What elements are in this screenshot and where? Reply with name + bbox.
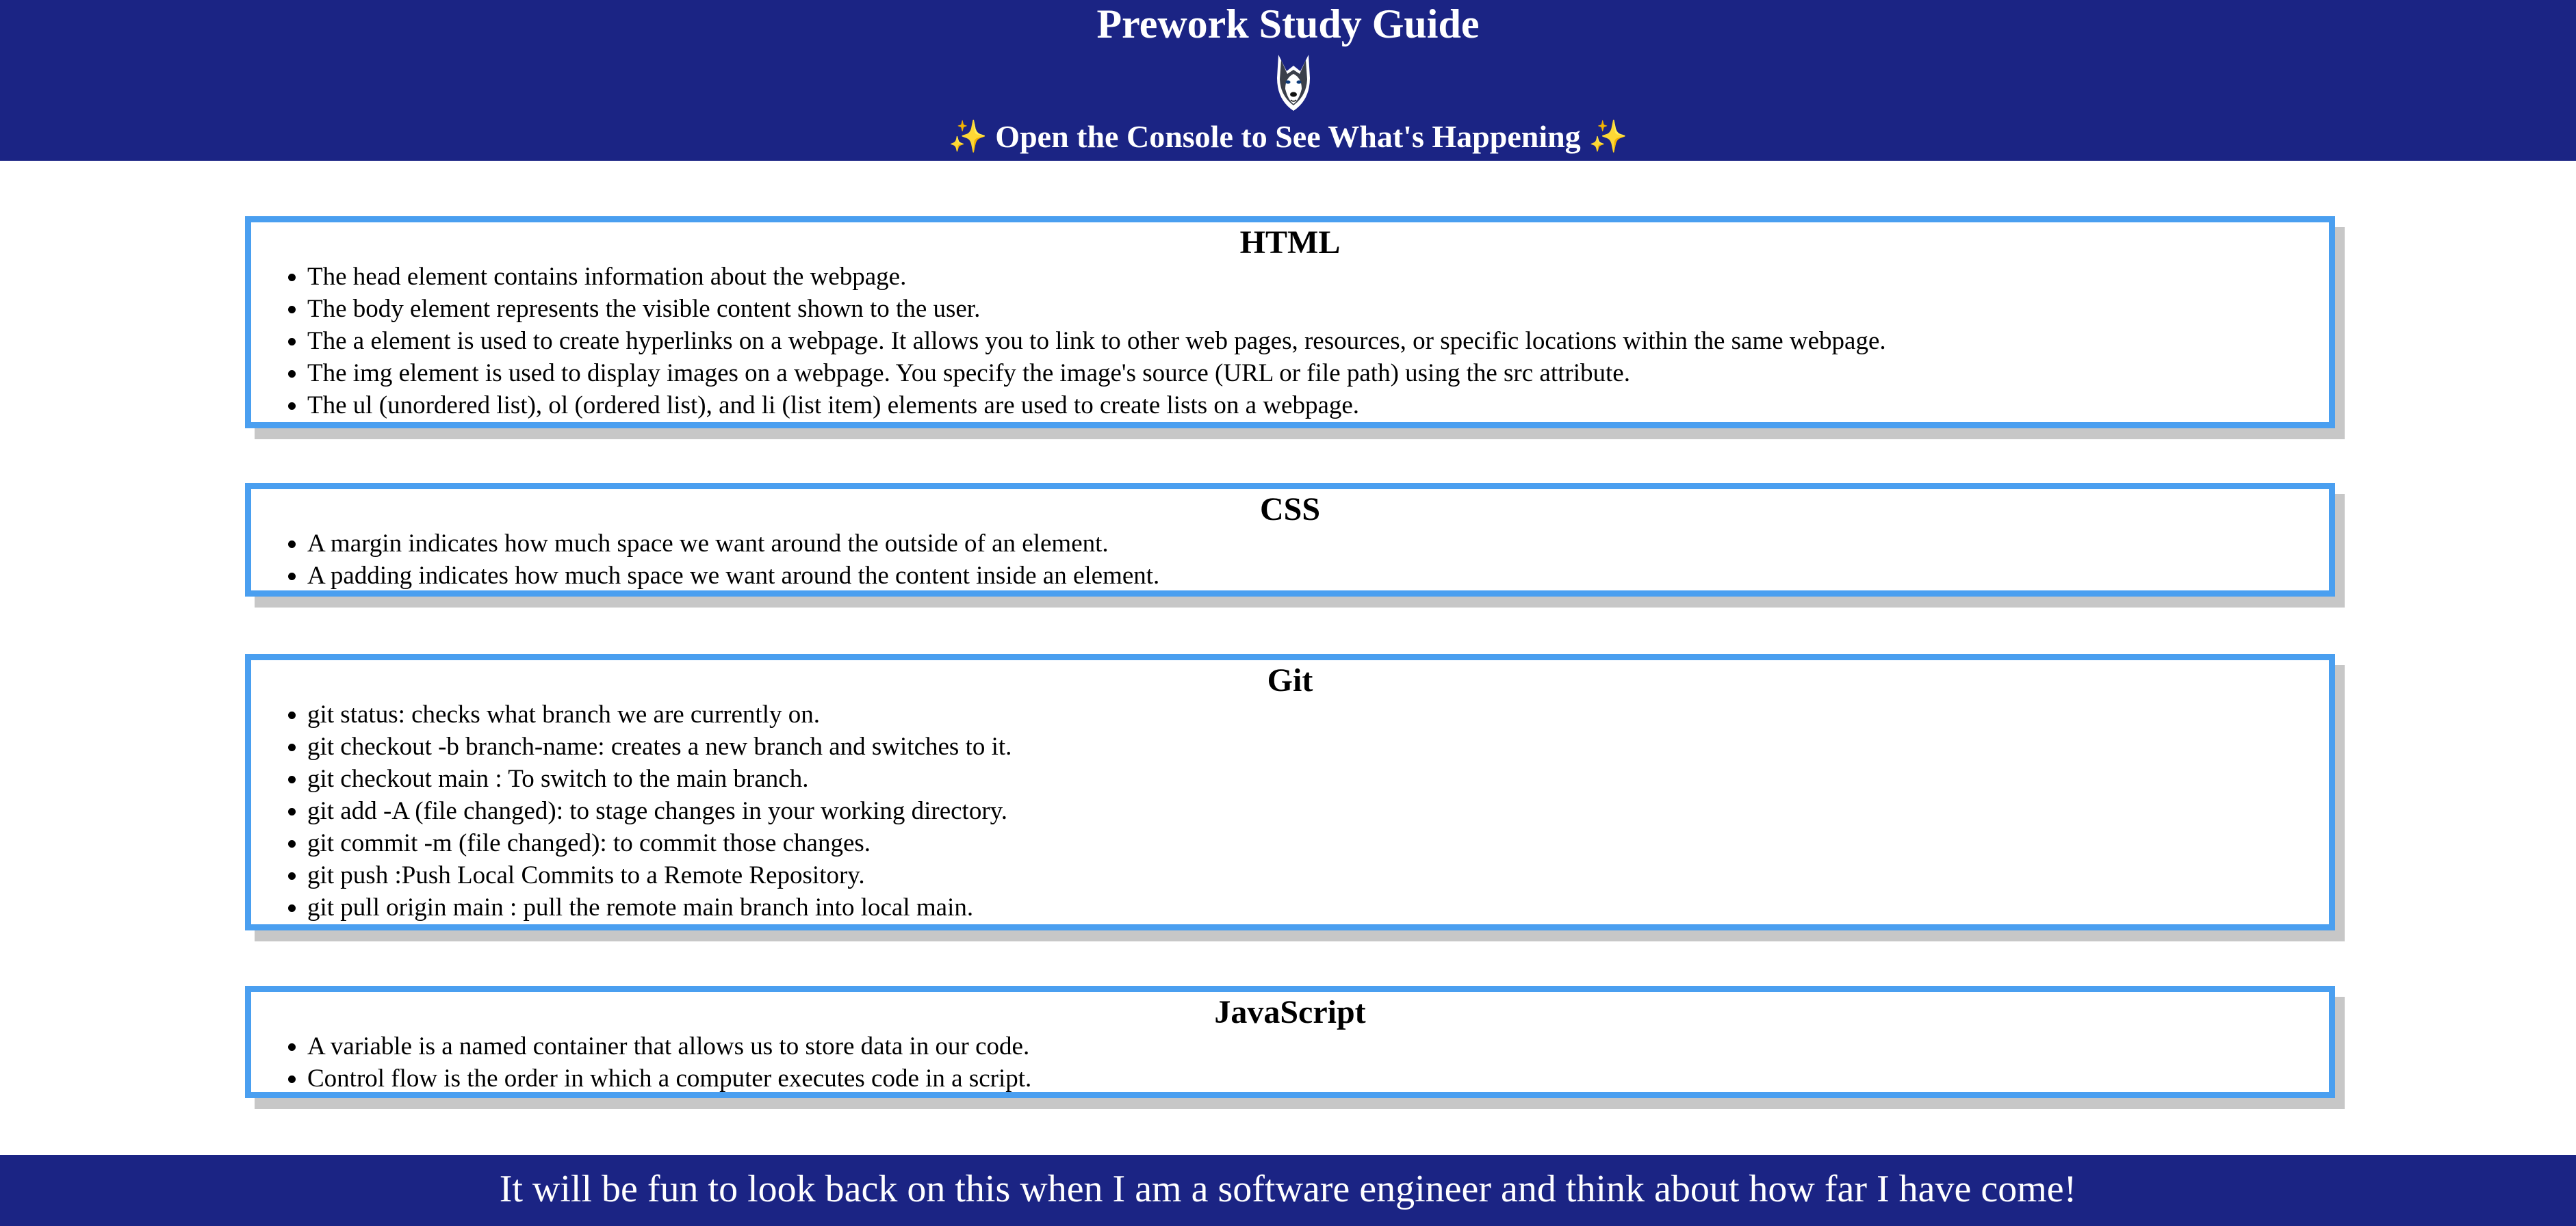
list-item: A variable is a named container that all… — [307, 1030, 2329, 1062]
section-javascript: JavaScript A variable is a named contain… — [245, 986, 2335, 1098]
section-title: Git — [1267, 662, 1313, 699]
footer-message: It will be fun to look back on this when… — [499, 1168, 2077, 1210]
husky-logo-icon — [1277, 55, 1310, 111]
section-title: JavaScript — [1214, 994, 1366, 1030]
list-item: git checkout -b branch-name: creates a n… — [307, 731, 2329, 763]
list-item: The a element is used to create hyperlin… — [307, 325, 2329, 357]
list-item: git add -A (file changed): to stage chan… — [307, 795, 2329, 827]
console-hint-text: Open the Console to See What's Happening — [995, 119, 1581, 154]
section-list: A margin indicates how much space we wan… — [251, 527, 2329, 592]
section-list: git status: checks what branch we are cu… — [251, 699, 2329, 924]
page-title: Prework Study Guide — [1096, 1, 1480, 47]
section-css: CSS A margin indicates how much space we… — [245, 483, 2335, 597]
section-git: Git git status: checks what branch we ar… — [245, 654, 2335, 930]
list-item: git checkout main : To switch to the mai… — [307, 763, 2329, 795]
section-list: A variable is a named container that all… — [251, 1030, 2329, 1095]
sparkles-icon: ✨ — [948, 119, 988, 154]
sparkles-icon: ✨ — [1588, 119, 1628, 154]
list-item: The ul (unordered list), ol (ordered lis… — [307, 389, 2329, 421]
section-list: The head element contains information ab… — [251, 261, 2329, 421]
list-item: The body element represents the visible … — [307, 293, 2329, 325]
list-item: The img element is used to display image… — [307, 357, 2329, 389]
list-item: git status: checks what branch we are cu… — [307, 699, 2329, 731]
list-item: A padding indicates how much space we wa… — [307, 560, 2329, 592]
section-title: CSS — [1259, 491, 1321, 527]
site-footer: It will be fun to look back on this when… — [0, 1155, 2576, 1226]
list-item: git push :Push Local Commits to a Remote… — [307, 859, 2329, 891]
section-html: HTML The head element contains informati… — [245, 216, 2335, 428]
list-item: git commit -m (file changed): to commit … — [307, 827, 2329, 859]
site-header: Prework Study Guide ✨ Open the Console t… — [0, 0, 2576, 161]
list-item: The head element contains information ab… — [307, 261, 2329, 293]
list-item: A margin indicates how much space we wan… — [307, 527, 2329, 560]
list-item: git pull origin main : pull the remote m… — [307, 891, 2329, 924]
section-title: HTML — [1239, 224, 1341, 261]
list-item: Control flow is the order in which a com… — [307, 1062, 2329, 1095]
console-hint: ✨ Open the Console to See What's Happeni… — [0, 120, 2576, 154]
